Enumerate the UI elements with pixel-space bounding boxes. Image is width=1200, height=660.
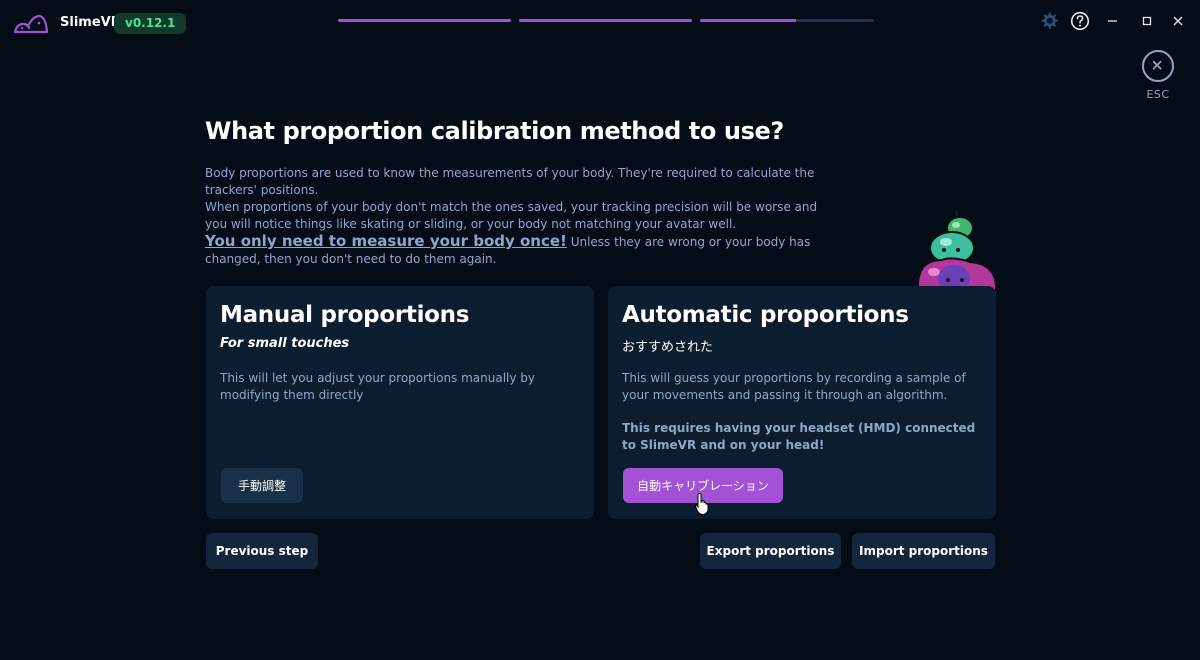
page-title: What proportion calibration method to us…	[205, 117, 784, 145]
help-icon[interactable]	[1070, 11, 1090, 31]
manual-proportions-card: Manual proportions For small touches Thi…	[206, 286, 594, 519]
card-description: This will guess your proportions by reco…	[622, 371, 966, 402]
mouse-cursor-icon	[694, 492, 709, 516]
previous-step-button[interactable]: Previous step	[206, 533, 318, 569]
card-title: Manual proportions	[220, 302, 470, 328]
minimize-icon[interactable]	[1101, 10, 1125, 32]
description-line-1: Body proportions are used to know the me…	[205, 166, 815, 197]
maximize-icon[interactable]	[1135, 10, 1159, 32]
close-circle-icon[interactable]	[1142, 50, 1174, 82]
manual-adjust-button[interactable]: 手動調整	[221, 468, 303, 503]
esc-label: ESC	[1146, 88, 1170, 101]
hmd-requirement-warning: This requires having your headset (HMD) …	[622, 421, 976, 452]
description-line-2: When proportions of your body don't matc…	[205, 200, 818, 231]
measure-once-emphasis: You only need to measure your body once!	[205, 232, 567, 250]
page-description: Body proportions are used to know the me…	[205, 165, 830, 268]
wizard-progress-step-1	[338, 19, 511, 22]
import-proportions-button[interactable]: Import proportions	[852, 533, 995, 569]
app-name: SlimeVR	[60, 15, 121, 30]
close-window-icon[interactable]	[1166, 10, 1190, 32]
automatic-proportions-card: Automatic proportions おすすめされた This will …	[608, 286, 996, 519]
settings-gear-icon[interactable]	[1039, 11, 1059, 31]
card-description: This will let you adjust your proportion…	[220, 371, 536, 402]
card-title: Automatic proportions	[622, 302, 909, 328]
card-subtitle: For small touches	[220, 336, 350, 351]
description-line-3: You only need to measure your body once!…	[205, 233, 830, 268]
title-bar: SlimeVR v0.12.1	[0, 0, 1200, 44]
version-badge[interactable]: v0.12.1	[114, 13, 187, 34]
slimevr-logo-icon	[13, 14, 49, 34]
card-subtitle: おすすめされた	[622, 340, 714, 355]
wizard-progress-step-2	[519, 19, 692, 22]
export-proportions-button[interactable]: Export proportions	[700, 533, 841, 569]
wizard-progress-step-3	[700, 19, 874, 22]
